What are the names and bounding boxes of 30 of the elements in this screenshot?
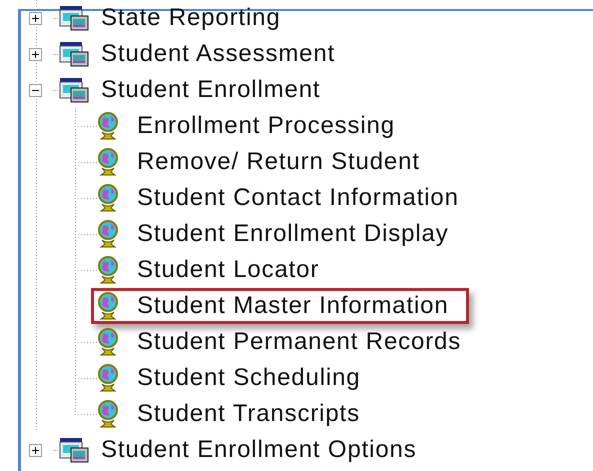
tree-item[interactable]: Student Permanent Records [137,328,462,356]
tree-item[interactable]: Remove/ Return Student [137,148,420,176]
tree-item[interactable]: Student Scheduling [137,364,360,392]
window-icon [59,77,89,103]
expand-button[interactable] [28,444,42,456]
tree-item[interactable]: Student Enrollment [101,76,320,104]
window-icon [59,5,89,31]
collapse-button[interactable] [28,84,42,96]
globe-icon [97,148,119,176]
tree-item[interactable]: Enrollment Processing [137,112,395,140]
tree-item[interactable]: Student Contact Information [137,184,459,212]
globe-icon [97,184,119,212]
tree-item[interactable]: Student Enrollment Options [101,436,417,464]
tree-item[interactable]: Student Transcripts [137,400,360,428]
globe-icon [97,112,119,140]
globe-icon [97,328,119,356]
window-icon [59,41,89,67]
tree-item[interactable]: State Reporting [101,4,281,32]
globe-icon [97,256,119,284]
window-icon [59,437,89,463]
expand-button[interactable] [28,48,42,60]
tree-item[interactable]: Student Assessment [101,40,336,68]
globe-icon [97,292,119,320]
expand-button[interactable] [28,12,42,24]
tree-item[interactable]: Student Master Information [137,292,449,320]
tree-item[interactable]: Student Locator [137,256,320,284]
globe-icon [97,364,119,392]
tree-item[interactable]: Student Enrollment Display [137,220,449,248]
globe-icon [97,220,119,248]
globe-icon [97,400,119,428]
